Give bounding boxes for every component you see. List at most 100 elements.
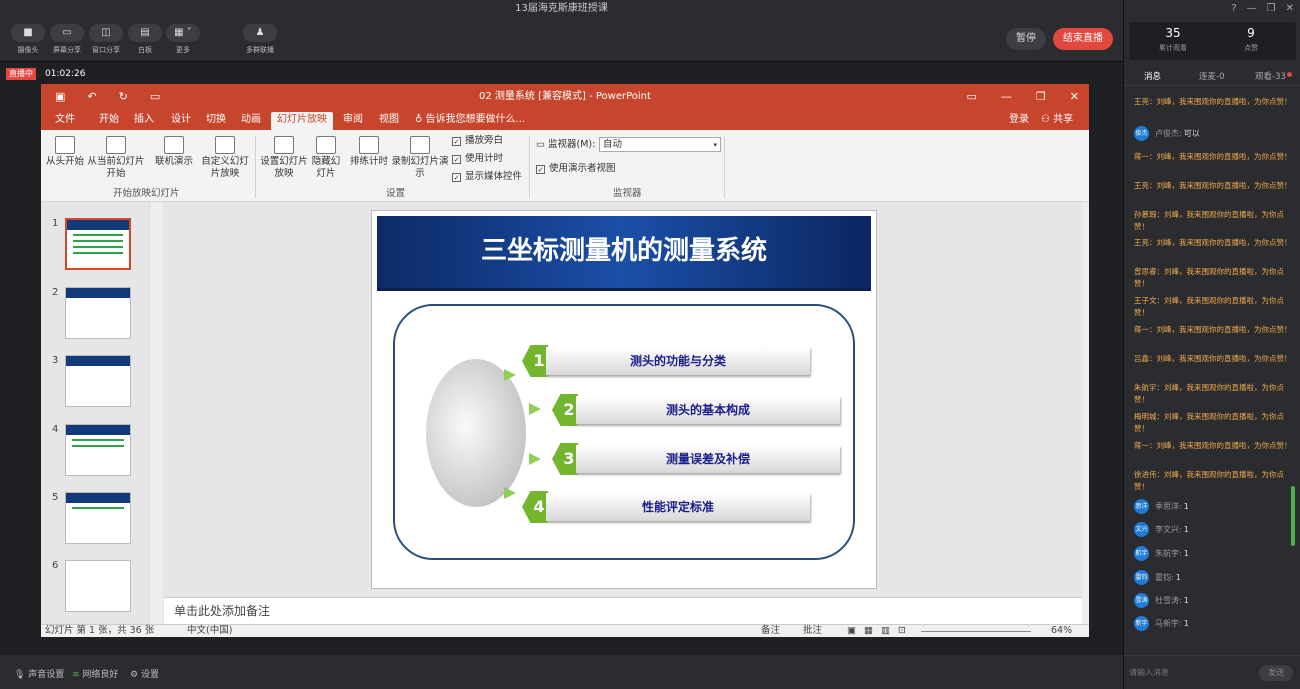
- zoom-level[interactable]: 64%: [1051, 625, 1072, 637]
- multi-group-button[interactable]: ♟ 多群联播: [240, 24, 280, 55]
- sidebar: ? — ❐ ✕ 35 累计观看 9 点赞 消息 连麦-0 观看-33 王亮：刘峰，我来围观…: [1123, 0, 1300, 689]
- current-slide[interactable]: 三坐标测量机的测量系统 1 测头的功能与分类 2 测头的基本构成 3 测量误差及补偿 …: [371, 210, 877, 589]
- language-status[interactable]: 中文(中国): [187, 625, 232, 637]
- close-icon[interactable]: ✕: [1070, 84, 1079, 110]
- minimize-icon[interactable]: —: [1247, 3, 1257, 14]
- editor-scrollbar[interactable]: [1082, 202, 1089, 624]
- record-button[interactable]: 录制幻灯片演示: [391, 136, 449, 180]
- tab-home[interactable]: 开始: [99, 112, 119, 130]
- window-titlebar: 13届海克斯康班授课: [0, 0, 1123, 18]
- minimize-icon[interactable]: —: [1001, 84, 1012, 110]
- chat-message: 王子文：刘峰，我来围观你的直播啦，为你点赞！: [1134, 296, 1284, 317]
- share-button[interactable]: ⚇ 共享: [1041, 112, 1073, 130]
- unread-dot: [1287, 72, 1292, 77]
- whiteboard-button[interactable]: ▤ 白板: [125, 24, 165, 55]
- monitor-select[interactable]: 自动 ▾: [599, 137, 721, 152]
- save-icon[interactable]: ▣: [55, 84, 65, 110]
- tab-view[interactable]: 视图: [379, 112, 399, 130]
- maximize-icon[interactable]: ❐: [1267, 3, 1276, 14]
- sound-settings[interactable]: 🎙 声音设置: [14, 667, 64, 680]
- ribbon-tabs: 文件 开始 插入 设计 切换 动画 幻灯片放映 审阅 视图 ♁ 告诉我您想要做什…: [41, 110, 1089, 130]
- monitor-icon: ▭: [536, 139, 548, 150]
- window-share-button[interactable]: ◫ 窗口分享: [86, 24, 126, 55]
- tell-me-box[interactable]: ♁ 告诉我您想要做什么...: [415, 112, 525, 130]
- chat-input-area: 请输入消息 发送: [1124, 655, 1300, 689]
- slide-thumbnail[interactable]: [65, 218, 131, 270]
- custom-show-button[interactable]: 自定义幻灯片放映: [197, 136, 253, 180]
- chat-message: 雪涛 杜雪涛: 1: [1134, 593, 1189, 609]
- play-narration-checkbox[interactable]: ✓ 播放旁白: [452, 134, 503, 148]
- tab-animations[interactable]: 动画: [241, 112, 261, 130]
- view-buttons[interactable]: ▣▦▥⊡: [847, 625, 914, 637]
- ribbon-display-icon[interactable]: ▭: [967, 84, 977, 110]
- timer-icon: [359, 136, 379, 154]
- slide-thumbnails: 1 2 3 4 5 6: [41, 202, 164, 624]
- use-timings-checkbox[interactable]: ✓ 使用计时: [452, 152, 503, 166]
- slide-thumbnail[interactable]: [65, 560, 131, 612]
- more-button[interactable]: ▦ ˅ 更多: [163, 24, 203, 55]
- setup-icon: [274, 136, 294, 154]
- group-setup: 设置: [386, 188, 406, 199]
- tab-transitions[interactable]: 切换: [206, 112, 226, 130]
- present-online-button[interactable]: 联机演示: [151, 136, 197, 168]
- chat-message: 雷钧 雷钧: 1: [1134, 570, 1181, 586]
- screen-share-button[interactable]: ▭ 屏幕分享: [47, 24, 87, 55]
- hide-slide-button[interactable]: 隐藏幻灯片: [311, 136, 341, 180]
- slide-thumbnail[interactable]: [65, 424, 131, 476]
- slideshow-icon[interactable]: ▭: [150, 84, 160, 110]
- zoom-slider[interactable]: [921, 631, 1031, 632]
- settings-button[interactable]: ⚙ 设置: [130, 667, 159, 680]
- chat-message: 朱航宇：刘峰，我来围观你的直播啦，为你点赞！: [1134, 383, 1284, 404]
- tab-design[interactable]: 设计: [171, 112, 191, 130]
- lightbulb-icon: ♁: [415, 114, 426, 125]
- online-icon: [164, 136, 184, 154]
- chat-message: 蒋一：刘峰，我来围观你的直播啦，为你点赞！: [1134, 441, 1292, 450]
- pause-button[interactable]: 暂停: [1006, 28, 1046, 50]
- chat-message: 蒋一：刘峰，我来围观你的直播啦，为你点赞！: [1134, 325, 1292, 334]
- sidebar-tabs: 消息 连麦-0 观看-33: [1124, 66, 1300, 86]
- tab-file[interactable]: 文件: [55, 112, 75, 130]
- tab-slideshow[interactable]: 幻灯片放映: [271, 112, 333, 130]
- camera-button[interactable]: ■ 摄像头: [8, 24, 48, 55]
- login-link[interactable]: 登录: [1009, 112, 1029, 130]
- from-current-button[interactable]: 从当前幻灯片开始: [85, 136, 147, 180]
- close-icon[interactable]: ✕: [1286, 3, 1294, 14]
- show-media-checkbox[interactable]: ✓ 显示媒体控件: [452, 170, 522, 184]
- comments-toggle[interactable]: 批注: [803, 625, 822, 637]
- avatar: 文兴: [1134, 522, 1149, 537]
- tab-viewers[interactable]: 观看-33: [1255, 70, 1286, 82]
- setup-show-button[interactable]: 设置幻灯片放映: [259, 136, 309, 180]
- send-button[interactable]: 发送: [1259, 665, 1293, 681]
- chat-scrollbar[interactable]: [1291, 486, 1295, 546]
- tab-co-host[interactable]: 连麦-0: [1199, 70, 1224, 82]
- tab-insert[interactable]: 插入: [134, 112, 154, 130]
- presenter-view-checkbox[interactable]: ✓ 使用演示者视图: [536, 162, 616, 176]
- notes-pane[interactable]: 单击此处添加备注: [164, 597, 1082, 624]
- thumbnail-scrollbar[interactable]: [149, 202, 163, 624]
- tab-messages[interactable]: 消息: [1144, 70, 1161, 82]
- wifi-icon: ≋: [72, 670, 83, 680]
- live-timer: 01:02:26: [45, 69, 86, 79]
- slide-thumbnail[interactable]: [65, 355, 131, 407]
- end-live-button[interactable]: 结束直播: [1053, 28, 1113, 50]
- undo-icon[interactable]: ↶: [87, 84, 96, 110]
- total-views-stat: 35 累计观看: [1159, 26, 1187, 52]
- chat-message: 王亮：刘峰，我来围观你的直播啦，为你点赞！: [1134, 238, 1292, 247]
- ppt-titlebar: ▣ ↶ ↻ ▭ 02 测量系统 [兼容模式] - PowerPoint ▭ — ❐ ✕: [41, 84, 1089, 110]
- notes-toggle[interactable]: 备注: [761, 625, 780, 637]
- tab-review[interactable]: 审阅: [343, 112, 363, 130]
- restore-icon[interactable]: ❐: [1036, 84, 1046, 110]
- live-toolbar: ■ 摄像头 ▭ 屏幕分享 ◫ 窗口分享 ▤ 白板 ▦ ˅ 更多 ♟ 多群联播 暂停 结束直播: [0, 18, 1123, 62]
- slide-item: 1 测头的功能与分类: [522, 345, 812, 377]
- chat-input[interactable]: 请输入消息: [1129, 667, 1169, 678]
- rehearse-button[interactable]: 排练计时: [347, 136, 391, 168]
- slide-thumbnail[interactable]: [65, 287, 131, 339]
- redo-icon[interactable]: ↻: [119, 84, 128, 110]
- avatar: 雷钧: [1134, 570, 1149, 585]
- help-icon[interactable]: ?: [1231, 3, 1236, 14]
- multi-group-icon: ♟: [243, 24, 277, 42]
- from-beginning-button[interactable]: 从头开始: [45, 136, 85, 168]
- slide-thumbnail[interactable]: [65, 492, 131, 544]
- window-share-icon: ◫: [89, 24, 123, 42]
- slide-title-banner: 三坐标测量机的测量系统: [377, 216, 871, 291]
